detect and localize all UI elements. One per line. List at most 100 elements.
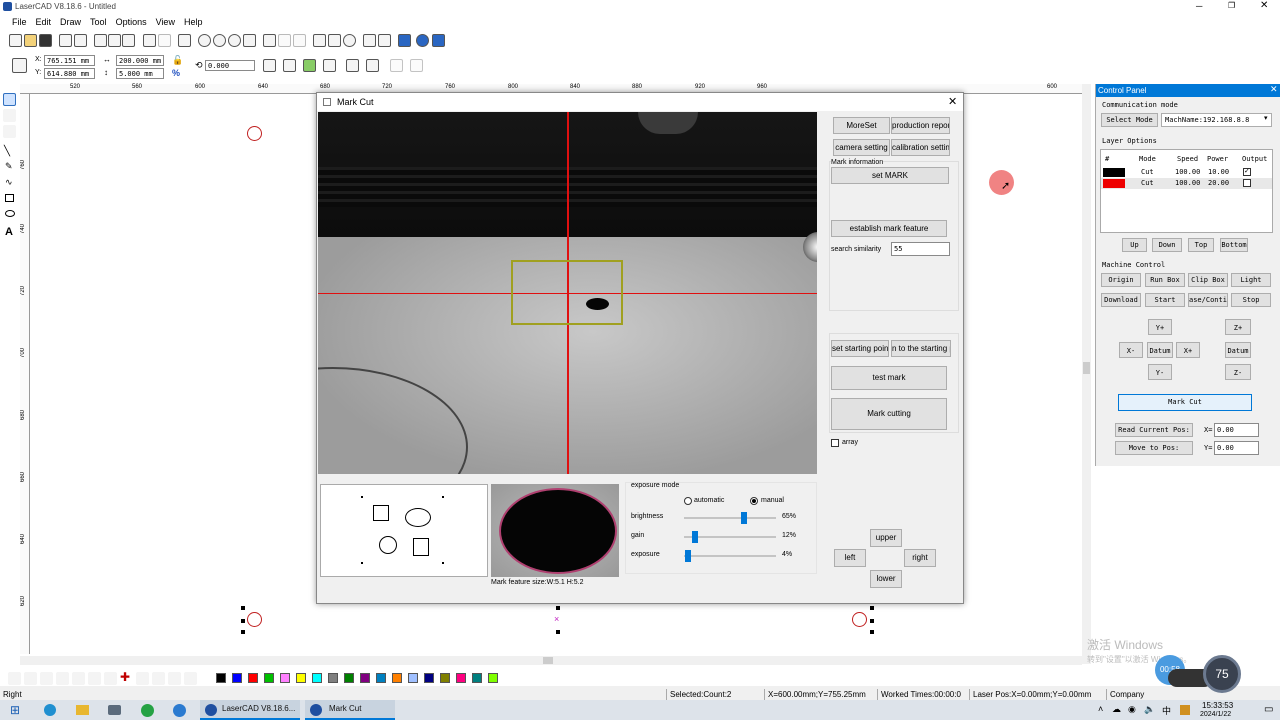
selection-handle[interactable]	[870, 619, 874, 623]
cp-close-icon[interactable]: ✕	[1270, 84, 1278, 95]
align-icon[interactable]	[303, 59, 316, 72]
tray-chevron-icon[interactable]: ˄	[1098, 704, 1103, 714]
paste-icon[interactable]	[122, 34, 135, 47]
run-box-button[interactable]: Run Box	[1145, 273, 1185, 287]
production-report-button[interactable]: production report	[891, 117, 950, 134]
optimize-icon[interactable]	[378, 34, 391, 47]
taskbar-time[interactable]: 15:33:53	[1202, 701, 1233, 710]
selection-handle[interactable]	[870, 630, 874, 634]
selection-handle[interactable]	[241, 606, 245, 610]
tray-cloud-icon[interactable]: ☁	[1112, 704, 1121, 715]
align-middle-icon[interactable]	[72, 672, 85, 685]
palette-swatch[interactable]	[232, 673, 242, 683]
palette-swatch[interactable]	[456, 673, 466, 683]
light-button[interactable]: Light	[1231, 273, 1271, 287]
download-button[interactable]: Download	[1101, 293, 1141, 307]
size-c-icon[interactable]	[168, 672, 181, 685]
x-pos-input[interactable]: 0.00	[1214, 423, 1259, 437]
select-all-icon[interactable]	[263, 34, 276, 47]
rect-tool-icon[interactable]	[5, 194, 14, 202]
edit-tool-icon[interactable]	[3, 125, 16, 138]
search-similarity-input[interactable]: 55	[891, 242, 950, 256]
exposure-slider[interactable]	[684, 555, 776, 557]
mark-cutting-button[interactable]: Mark cutting	[831, 398, 947, 430]
vertical-scrollbar[interactable]	[1082, 84, 1091, 664]
automatic-radio[interactable]	[684, 497, 692, 505]
read-current-pos-button[interactable]: Read Current Pos:	[1115, 423, 1193, 437]
dialog-close-icon[interactable]: ✕	[948, 95, 957, 108]
canvas-circle[interactable]	[852, 612, 867, 627]
menu-options[interactable]: Options	[116, 17, 147, 27]
taskbar-app-lasercad[interactable]: LaserCAD V8.18.6...	[200, 700, 300, 720]
taskbar-date[interactable]: 2024/1/22	[1200, 711, 1231, 720]
node-tool-icon[interactable]	[3, 109, 16, 122]
mirror-v-icon[interactable]	[283, 59, 296, 72]
z-datum-button[interactable]: Datum	[1225, 342, 1251, 358]
line-tool-icon[interactable]: ╲	[4, 146, 10, 157]
ungroup-icon[interactable]	[293, 34, 306, 47]
redo-icon[interactable]	[158, 34, 171, 47]
selection-handle[interactable]	[870, 606, 874, 610]
scroll-thumb[interactable]	[1083, 362, 1090, 374]
palette-swatch[interactable]	[424, 673, 434, 683]
canvas-circle[interactable]	[247, 612, 262, 627]
pen-tool-icon[interactable]: ✎	[5, 161, 13, 172]
text-tool-icon[interactable]: A	[5, 226, 13, 238]
mark-cut-button[interactable]: Mark Cut	[1118, 394, 1252, 411]
palette-swatch[interactable]	[488, 673, 498, 683]
pan-icon[interactable]	[178, 34, 191, 47]
scroll-thumb[interactable]	[543, 657, 553, 664]
palette-swatch[interactable]	[280, 673, 290, 683]
palette-swatch[interactable]	[376, 673, 386, 683]
set-starting-point-button[interactable]: set starting point	[831, 340, 889, 357]
preview-icon[interactable]	[398, 34, 411, 47]
ellipse-tool-icon[interactable]	[5, 210, 15, 217]
exposure-slider-thumb[interactable]	[741, 512, 747, 524]
selection-handle[interactable]	[241, 630, 245, 634]
palette-swatch[interactable]	[264, 673, 274, 683]
horizontal-scrollbar[interactable]	[20, 656, 1082, 665]
menu-tool[interactable]: Tool	[90, 17, 107, 27]
open-icon[interactable]	[24, 34, 37, 47]
size-d-icon[interactable]	[184, 672, 197, 685]
test-mark-button[interactable]: test mark	[831, 366, 947, 390]
align-center-icon[interactable]	[24, 672, 37, 685]
rotate-field[interactable]: 0.000	[205, 60, 255, 71]
layer-down-button[interactable]: Down	[1152, 238, 1182, 252]
z-plus-button[interactable]: Z+	[1225, 319, 1251, 335]
y-minus-button[interactable]: Y-	[1148, 364, 1172, 380]
menu-draw[interactable]: Draw	[60, 17, 81, 27]
flip2-icon[interactable]	[366, 59, 379, 72]
layer-bottom-button[interactable]: Bottom	[1220, 238, 1248, 252]
exposure-slider-thumb[interactable]	[685, 550, 691, 562]
select-tool-icon[interactable]	[3, 93, 16, 106]
selection-handle[interactable]	[556, 630, 560, 634]
camera-setting-button[interactable]: camera setting	[833, 139, 890, 156]
layer-output-checkbox[interactable]: ✓	[1243, 168, 1251, 176]
lock-icon[interactable]: 🔓	[172, 55, 183, 66]
zoom-fit-icon[interactable]	[228, 34, 241, 47]
layer-output-checkbox[interactable]	[1243, 179, 1251, 187]
layer-row[interactable]: Cut 100.00 20.00	[1101, 178, 1272, 189]
start-button[interactable]: Start	[1145, 293, 1185, 307]
menu-view[interactable]: View	[156, 17, 175, 27]
y-field[interactable]: 614.880 mm	[44, 68, 95, 79]
exposure-slider-thumb[interactable]	[692, 531, 698, 543]
taskbar-app-markcut[interactable]: Mark Cut	[305, 700, 395, 720]
menu-edit[interactable]: Edit	[36, 17, 52, 27]
group-icon[interactable]	[278, 34, 291, 47]
clip-box-button[interactable]: Clip Box	[1188, 273, 1228, 287]
machine-name-select[interactable]: MachName:192.168.8.8	[1161, 113, 1272, 127]
x-plus-button[interactable]: X+	[1176, 342, 1200, 358]
return-start-button[interactable]: n to the starting p	[891, 340, 951, 357]
percent-label[interactable]: %	[172, 68, 180, 78]
layer-row[interactable]: Cut 100.00 10.00 ✓	[1101, 167, 1272, 178]
selection-handle[interactable]	[241, 619, 245, 623]
camera-icon[interactable]	[432, 34, 445, 47]
import-icon[interactable]	[59, 34, 72, 47]
palette-swatch[interactable]	[392, 673, 402, 683]
distribute-icon[interactable]	[104, 672, 117, 685]
restore-button[interactable]: ❐	[1228, 1, 1235, 10]
palette-swatch[interactable]	[344, 673, 354, 683]
lower-button[interactable]: lower	[870, 570, 902, 588]
